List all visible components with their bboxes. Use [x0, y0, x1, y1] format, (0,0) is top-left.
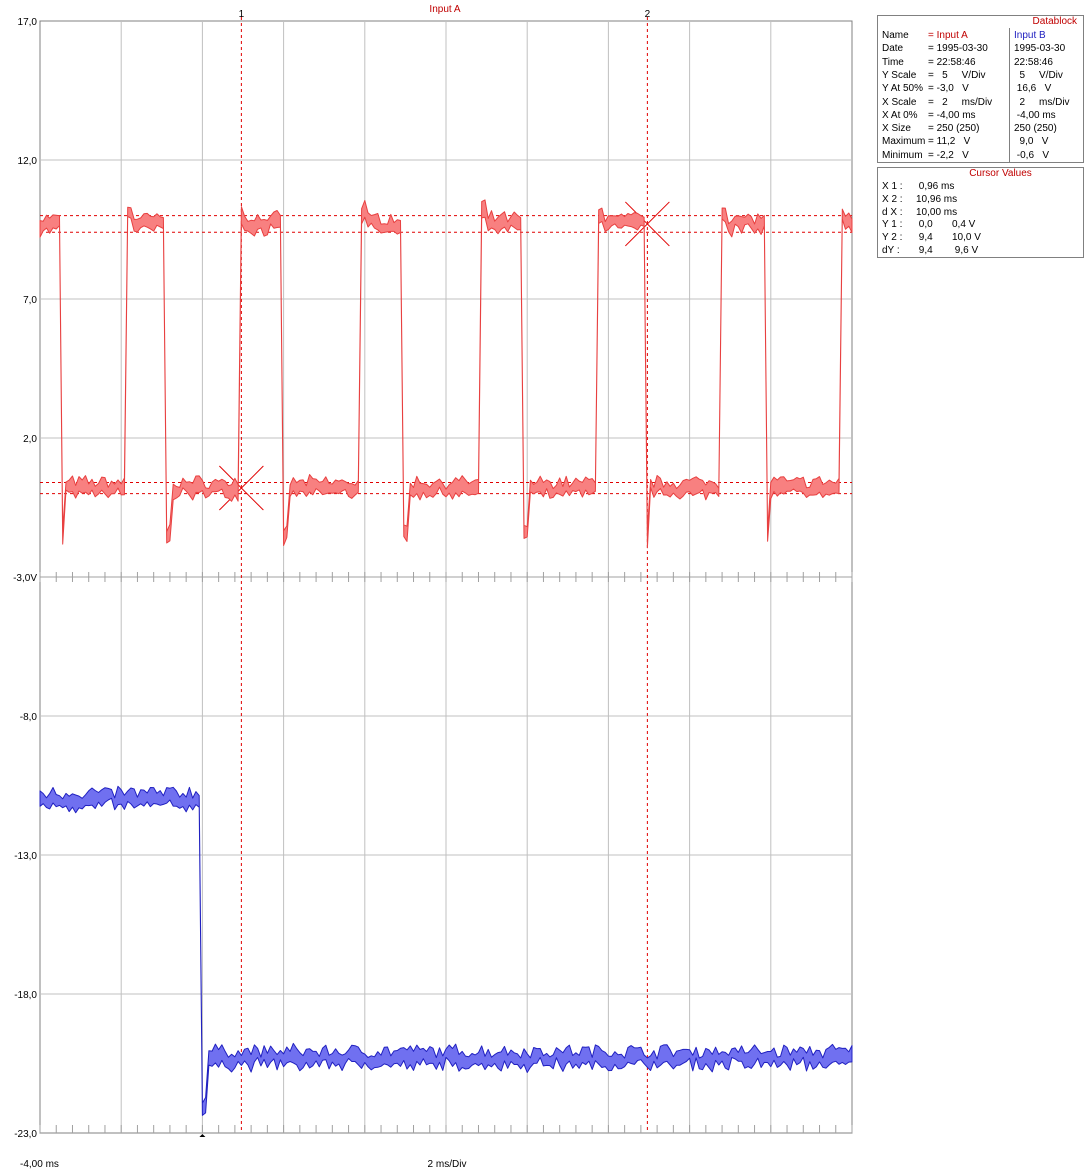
cursor-value-b: 9,6 V: [952, 245, 979, 256]
datablock-row: Name = Input A Input B: [878, 30, 1083, 43]
datablock-label: Minimum: [882, 149, 923, 161]
cursor-value-row: X 1 : 0,96 ms: [878, 181, 1083, 194]
cursor-value-row: Y 2 : 9,4 10,0 V: [878, 232, 1083, 245]
oscilloscope-plot[interactable]: 1 2 17,0 12,0 7,0 2,0 -3,0V -8,0 -13,0 -18,0 -23,…: [0, 0, 870, 1172]
datablock-a: = 250 (250): [928, 123, 980, 135]
y-tick-label: -3,0V: [13, 573, 37, 584]
datablock-row: Time = 22:58:46 22:58:46: [878, 57, 1083, 70]
cursor-value-b: 10,0 V: [952, 232, 981, 244]
datablock-b: 2 ms/Div: [1014, 96, 1070, 108]
cursor-value-row: d X : 10,00 ms: [878, 207, 1083, 220]
datablock-a: = 22:58:46: [928, 56, 976, 68]
cursor-values-title: Cursor Values: [969, 168, 1032, 179]
cursor-value-label: X 1 :: [882, 181, 903, 192]
cursor-value-b: 0,4 V: [952, 219, 976, 231]
trigger-marker: [199, 1134, 206, 1137]
cursor-label-1: 1: [239, 9, 245, 20]
cursor-value-row: X 2 : 10,96 ms: [878, 194, 1083, 207]
datablock-a: = 5 V/Div: [928, 69, 986, 81]
cursor-label-2: 2: [645, 9, 651, 20]
y-tick-label: -8,0: [20, 712, 38, 723]
cursor-value-label: X 2 :: [882, 193, 903, 205]
datablock-label: Time: [882, 56, 904, 68]
datablock-row: X Scale = 2 ms/Div 2 ms/Div: [878, 97, 1083, 110]
datablock-label: Date: [882, 43, 904, 55]
datablock-row: Y At 50% = -3,0 V 16,6 V: [878, 83, 1083, 96]
cursor-value-label: Y 2 :: [882, 232, 903, 244]
datablock-b: 16,6 V: [1014, 83, 1052, 95]
y-tick-label: 7,0: [23, 295, 37, 306]
cursor-value-row: dY : 9,4 9,6 V: [878, 245, 1083, 258]
cursor-value-a: 9,4: [916, 245, 933, 256]
datablock-row: Minimum = -2,2 V -0,6 V: [878, 150, 1083, 163]
cursor-value-a: 0,96 ms: [916, 181, 955, 192]
cursor-value-a: 0,0: [916, 219, 933, 231]
datablock-row: Date = 1995-03-30 1995-03-30: [878, 43, 1083, 56]
datablock-b: 1995-03-30: [1014, 43, 1066, 55]
y-tick-label: 2,0: [23, 434, 37, 445]
datablock-b: 9,0 V: [1014, 136, 1049, 148]
datablock-label: Y Scale: [882, 69, 917, 81]
datablock-label: X Size: [882, 123, 911, 135]
cursor-value-row: Y 1 : 0,0 0,4 V: [878, 219, 1083, 232]
chart-title: Input A: [429, 4, 460, 15]
cursor-values-panel: Cursor Values X 1 : 0,96 ms X 2 :10,96 ms…: [877, 167, 1084, 258]
datablock-row: Maximum = 11,2 V 9,0 V: [878, 136, 1083, 149]
y-tick-label: -18,0: [14, 990, 37, 1001]
datablock-a: = Input A: [928, 30, 968, 41]
datablock-b: -4,00 ms: [1014, 109, 1056, 121]
cursor-value-a: 10,00 ms: [916, 206, 958, 218]
datablock-b: -0,6 V: [1014, 149, 1050, 161]
axis-labels: 17,0 12,0 7,0 2,0 -3,0V -8,0 -13,0 -18,0 -23,0: [13, 17, 37, 1140]
datablock-a: = 1995-03-30: [928, 43, 988, 55]
datablock-b: 22:58:46: [1014, 56, 1053, 68]
cursor-value-label: d X :: [882, 206, 903, 218]
datablock-label: X Scale: [882, 96, 917, 108]
cursor-value-label: Y 1 :: [882, 219, 903, 231]
datablock-panel: Datablock Name = Input A Input B Date = 1995…: [877, 15, 1084, 163]
datablock-label: Maximum: [882, 136, 926, 148]
datablock-label: Y At 50%: [882, 83, 923, 95]
cursor-value-label: dY :: [882, 245, 900, 256]
cursor-value-a: 9,4: [916, 232, 933, 244]
y-tick-label: -23,0: [14, 1129, 37, 1140]
datablock-a: = -3,0 V: [928, 83, 969, 95]
datablock-row: X At 0% = -4,00 ms -4,00 ms: [878, 110, 1083, 123]
y-tick-label: 12,0: [18, 156, 38, 167]
x-scale-label: 2 ms/Div: [428, 1159, 467, 1170]
datablock-a: = -4,00 ms: [928, 109, 976, 121]
datablock-a: = 11,2 V: [928, 136, 971, 148]
y-tick-label: -13,0: [14, 851, 37, 862]
cursor-value-a: 10,96 ms: [916, 193, 958, 205]
datablock-label: Name: [882, 30, 909, 41]
datablock-b: Input B: [1014, 30, 1046, 41]
datablock-title: Datablock: [1032, 16, 1077, 27]
y-tick-label: 17,0: [18, 17, 38, 28]
datablock-row: X Size = 250 (250) 250 (250): [878, 123, 1083, 136]
datablock-label: X At 0%: [882, 109, 918, 121]
datablock-b: 5 V/Div: [1014, 69, 1063, 81]
datablock-a: = -2,2 V: [928, 149, 969, 161]
datablock-row: Y Scale = 5 V/Div 5 V/Div: [878, 70, 1083, 83]
datablock-a: = 2 ms/Div: [928, 96, 993, 108]
datablock-b: 250 (250): [1014, 123, 1057, 135]
x-min-label: -4,00 ms: [20, 1159, 59, 1170]
